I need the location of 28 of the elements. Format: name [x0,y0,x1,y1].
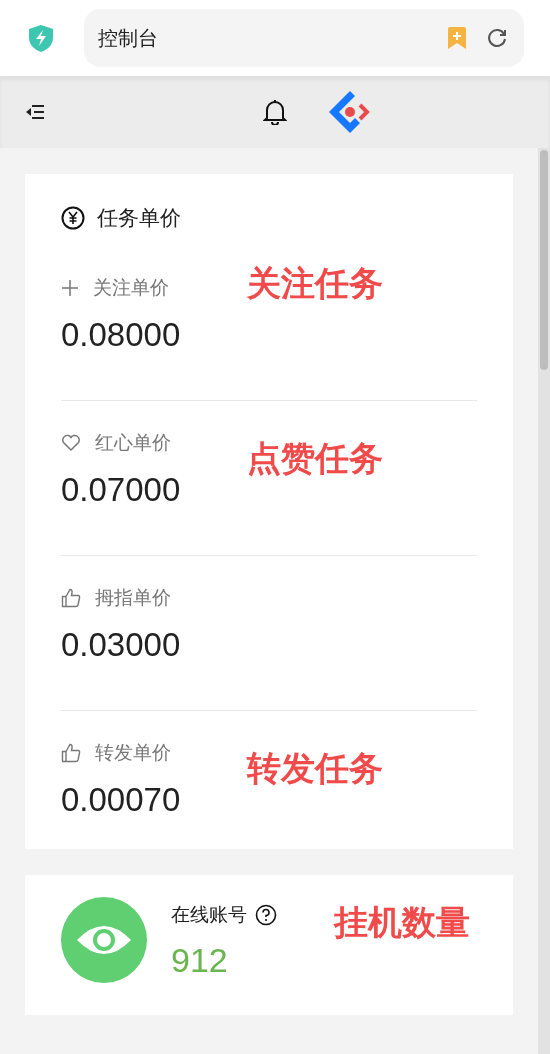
refresh-icon[interactable] [486,27,508,49]
price-label: 红心单价 [95,430,171,455]
annotation-text: 转发任务 [247,747,383,789]
section-title: 任务单价 [97,205,181,231]
address-bar[interactable]: 控制台 [84,9,524,67]
annotation-text: 关注任务 [247,262,383,304]
price-label: 拇指单价 [95,585,171,610]
plus-icon [61,278,79,297]
annotation-text: 点赞任务 [247,437,383,479]
price-value: 0.08000 [61,315,182,355]
price-value: 0.00070 [61,780,182,820]
bell-icon[interactable] [263,99,287,125]
price-label: 关注单价 [93,275,169,300]
annotation-text: 挂机数量 [334,901,470,943]
thumbs-up-icon [61,742,81,763]
eye-icon [61,896,147,983]
thumbs-up-icon [61,587,81,608]
price-value: 0.03000 [61,625,182,665]
price-label: 转发单价 [95,740,171,765]
scrollbar[interactable] [538,148,550,1054]
address-text: 控制台 [98,26,159,51]
heart-icon [61,433,81,452]
stat-value: 912 [171,940,229,981]
yuan-icon [61,205,85,230]
price-value: 0.07000 [61,470,182,510]
menu-fold-icon[interactable] [25,103,45,121]
help-icon[interactable] [255,903,277,926]
stat-label: 在线账号 [171,902,247,927]
